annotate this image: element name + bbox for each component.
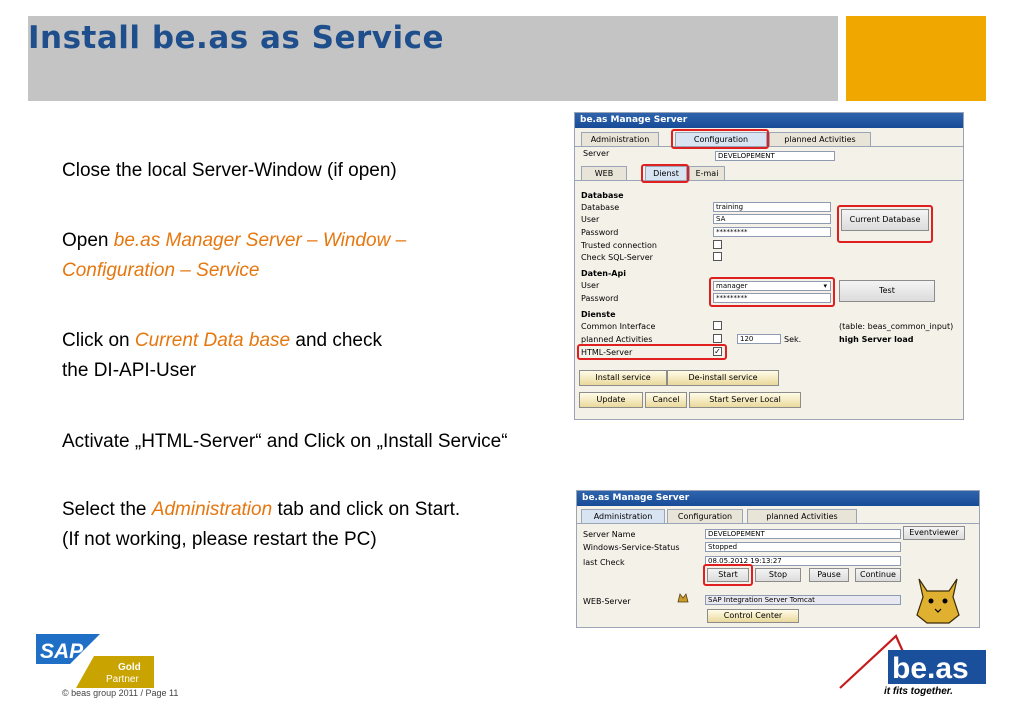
- beas-logo: be.as it fits together.: [839, 634, 986, 697]
- instruction-highlight: Administration: [151, 499, 273, 520]
- instruction-current-database: Click on Current Data base and check the…: [62, 326, 382, 386]
- password-field[interactable]: *********: [713, 227, 831, 237]
- title-bar: Install be.as as Service: [28, 16, 838, 101]
- subtab-web[interactable]: WEB: [581, 166, 627, 180]
- instruction-text: Select the: [62, 499, 152, 520]
- check-sql-label: Check SQL-Server: [581, 253, 653, 262]
- instruction-text: Click on: [62, 330, 135, 351]
- sek-label: Sek.: [784, 335, 802, 344]
- update-button[interactable]: Update: [579, 392, 643, 408]
- stop-button[interactable]: Stop: [755, 568, 801, 582]
- web-server-label: WEB-Server: [583, 597, 631, 606]
- instruction-text: and check: [290, 330, 383, 351]
- sap-gold-partner-logo: SAP Gold Partner: [36, 634, 154, 688]
- common-interface-label: Common Interface: [581, 322, 656, 331]
- highlight-start: [703, 564, 753, 586]
- admin-window: be.as Manage Server Administration Confi…: [576, 490, 980, 628]
- svg-text:Gold: Gold: [118, 662, 141, 673]
- database-label: Database: [581, 203, 620, 212]
- services-section: Dienste: [581, 310, 616, 319]
- highlight-html-server: [577, 344, 727, 360]
- test-button[interactable]: Test: [839, 280, 935, 302]
- web-server-field: SAP Integration Server Tomcat: [705, 595, 901, 605]
- window-title: be.as Manage Server: [577, 491, 979, 506]
- user-field[interactable]: SA: [713, 214, 831, 224]
- common-interface-checkbox[interactable]: [713, 321, 722, 330]
- instruction-text: Close the local Server-Window (if open): [62, 160, 397, 181]
- tomcat-icon: [677, 593, 689, 603]
- password-label: Password: [581, 228, 619, 237]
- tab-configuration[interactable]: Configuration: [667, 509, 743, 523]
- tab-administration[interactable]: Administration: [581, 509, 665, 523]
- instruction-activate-html: Activate „HTML-Server“ and Click on „Ins…: [62, 427, 508, 457]
- instruction-open-manager: Open be.as Manager Server – Window – Con…: [62, 226, 406, 286]
- config-window: be.as Manage Server Administration Confi…: [574, 112, 964, 420]
- pause-button[interactable]: Pause: [809, 568, 849, 582]
- svg-text:be.as: be.as: [892, 652, 969, 685]
- planned-activities-checkbox[interactable]: [713, 334, 722, 343]
- tab-planned-activities[interactable]: planned Activities: [769, 132, 871, 146]
- status-label: Windows-Service-Status: [583, 543, 680, 552]
- instruction-text: Activate „HTML-Server“ and Click on „Ins…: [62, 431, 508, 452]
- instruction-highlight: Configuration – Service: [62, 260, 260, 281]
- highlight-dienst: [641, 164, 689, 183]
- footer: © beas group 2011 / Page 11: [62, 688, 179, 698]
- svg-text:Partner: Partner: [106, 674, 139, 685]
- database-field[interactable]: training: [713, 202, 831, 212]
- install-service-button[interactable]: Install service: [579, 370, 667, 386]
- instruction-text: (If not working, please restart the PC): [62, 529, 377, 550]
- instruction-highlight: Current Data base: [134, 330, 291, 351]
- subtab-email[interactable]: E-mai: [689, 166, 725, 180]
- control-center-button[interactable]: Control Center: [707, 609, 799, 623]
- svg-text:it fits together.: it fits together.: [884, 686, 953, 697]
- common-interface-note: (table: beas_common_input): [839, 322, 954, 331]
- highlight-dapi: [709, 277, 835, 307]
- check-sql-checkbox[interactable]: [713, 252, 722, 261]
- tab-planned-activities[interactable]: planned Activities: [747, 509, 857, 523]
- server-name-label: Server Name: [583, 530, 636, 539]
- continue-button[interactable]: Continue: [855, 568, 901, 582]
- trusted-label: Trusted connection: [581, 241, 657, 250]
- cancel-button[interactable]: Cancel: [645, 392, 687, 408]
- tab-administration[interactable]: Administration: [581, 132, 659, 146]
- last-check-label: last Check: [583, 558, 625, 567]
- planned-activities-label: planned Activities: [581, 335, 653, 344]
- start-server-local-button[interactable]: Start Server Local: [689, 392, 801, 408]
- window-title: be.as Manage Server: [575, 113, 963, 128]
- accent-box: [846, 16, 986, 101]
- tab-divider: [575, 146, 963, 147]
- server-name-field[interactable]: DEVELOPEMENT: [705, 529, 901, 539]
- page-title: Install be.as as Service: [28, 20, 445, 56]
- tomcat-logo-icon: [916, 578, 960, 624]
- trusted-checkbox[interactable]: [713, 240, 722, 249]
- instruction-text: tab and click on Start.: [272, 499, 461, 520]
- deinstall-service-button[interactable]: De-install service: [667, 370, 779, 386]
- status-field: Stopped: [705, 542, 901, 552]
- svg-text:SAP: SAP: [40, 640, 84, 663]
- server-label: Server: [583, 149, 610, 158]
- user-label: User: [581, 215, 600, 224]
- instruction-text: the DI-API-User: [62, 360, 197, 381]
- dapi-section: Daten-Api: [581, 269, 626, 278]
- planned-interval-field[interactable]: 120: [737, 334, 781, 344]
- subtab-divider: [575, 180, 963, 181]
- instruction-close-window: Close the local Server-Window (if open): [62, 156, 397, 186]
- high-load-note: high Server load: [839, 335, 914, 344]
- instruction-administration: Select the Administration tab and click …: [62, 495, 460, 555]
- dapi-password-label: Password: [581, 294, 619, 303]
- instruction-text: Open: [62, 230, 114, 251]
- server-field[interactable]: DEVELOPEMENT: [715, 151, 835, 161]
- highlight-configuration: [671, 129, 769, 149]
- dapi-user-label: User: [581, 281, 600, 290]
- database-section: Database: [581, 191, 624, 200]
- tab-divider: [577, 523, 979, 524]
- eventviewer-button[interactable]: Eventviewer: [903, 526, 965, 540]
- highlight-current-database: [837, 205, 933, 243]
- instruction-highlight: be.as Manager Server – Window –: [113, 230, 407, 251]
